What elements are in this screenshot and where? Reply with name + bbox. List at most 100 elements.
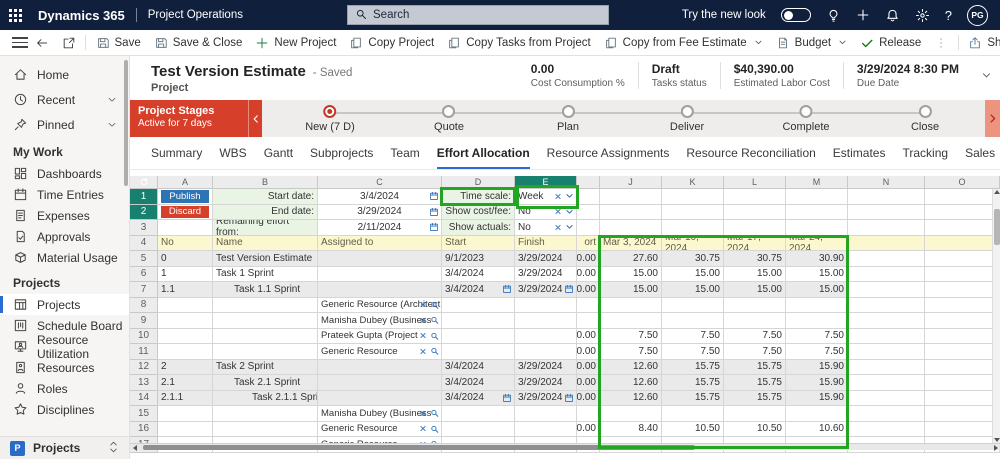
tab-wbs[interactable]: WBS <box>219 137 246 169</box>
col-label-name[interactable]: Name <box>213 235 318 251</box>
cell-name[interactable] <box>213 344 318 360</box>
calendar-icon[interactable] <box>502 284 512 294</box>
col-label-week[interactable]: Mar 10, 2024 <box>662 235 724 251</box>
col-label-effort-clipped[interactable]: ort <box>577 235 600 251</box>
cell-no[interactable] <box>158 344 213 360</box>
cell-week-effort[interactable]: 15.75 <box>724 375 786 391</box>
col-label-week[interactable]: Mar 17, 2024 <box>724 235 786 251</box>
cell-effort-clipped[interactable]: 60.00 <box>577 266 600 282</box>
cell-no[interactable]: 2 <box>158 359 213 375</box>
dropdown-chevron-icon[interactable] <box>565 207 574 216</box>
publish-button[interactable]: Publish <box>161 190 209 203</box>
cell-week-effort[interactable]: 12.60 <box>600 359 662 375</box>
cell-week-effort[interactable]: 8.40 <box>600 421 662 437</box>
cell-week-effort[interactable]: 10.50 <box>662 421 724 437</box>
row-header-3[interactable]: 3 <box>130 220 158 236</box>
cell-week-effort[interactable] <box>724 406 786 422</box>
option-value-cell[interactable]: Week <box>515 189 577 205</box>
sidebar-item-resources[interactable]: Resources <box>0 357 129 378</box>
grid-cell[interactable] <box>925 189 1000 205</box>
stage-complete[interactable]: Complete <box>782 105 830 133</box>
cell-assigned-to[interactable]: Generic Resource <box>318 421 442 437</box>
grid-cell[interactable] <box>848 406 925 422</box>
lookup-search-icon[interactable] <box>430 316 439 325</box>
grid-cell[interactable] <box>848 235 925 251</box>
row-header-16[interactable]: 16 <box>130 421 158 437</box>
cell-week-effort[interactable]: 10.60 <box>786 421 848 437</box>
dropdown-chevron-icon[interactable] <box>565 223 574 232</box>
row-header-2[interactable]: 2 <box>130 204 158 220</box>
grid-cell[interactable] <box>600 204 662 220</box>
stage-next-chevron-icon[interactable] <box>985 100 1000 137</box>
cell-no[interactable] <box>158 421 213 437</box>
publish-cell[interactable]: Publish <box>158 189 213 205</box>
dropdown-chevron-icon[interactable] <box>565 192 574 201</box>
cell-finish[interactable]: 3/29/2024 <box>515 390 577 406</box>
stage-close[interactable]: Close <box>911 105 939 133</box>
grid-cell[interactable] <box>848 421 925 437</box>
col-label-finish[interactable]: Finish <box>515 235 577 251</box>
grid-cell[interactable] <box>786 204 848 220</box>
clear-x-icon[interactable] <box>419 301 427 309</box>
grid-cell[interactable] <box>925 282 1000 298</box>
cell-week-effort[interactable]: 7.50 <box>600 344 662 360</box>
calendar-icon[interactable] <box>429 191 439 201</box>
cell-week-effort[interactable] <box>600 406 662 422</box>
cell-start[interactable]: 9/1/2023 <box>442 251 515 267</box>
cell-start[interactable] <box>442 328 515 344</box>
cell-name[interactable]: Test Version Estimate <box>213 251 318 267</box>
grid-cell[interactable] <box>925 235 1000 251</box>
lightbulb-icon[interactable] <box>826 8 841 23</box>
cell-finish[interactable]: 3/29/2024 <box>515 282 577 298</box>
lookup-search-icon[interactable] <box>430 331 439 340</box>
copy-fee-estimate-button[interactable]: Copy from Fee Estimate <box>597 30 769 55</box>
cell-finish[interactable] <box>515 344 577 360</box>
area-switcher[interactable]: P Projects <box>0 436 129 459</box>
tab-summary[interactable]: Summary <box>151 137 202 169</box>
cell-finish[interactable] <box>515 406 577 422</box>
cell-assigned-to[interactable]: Generic Resource <box>318 344 442 360</box>
grid-cell[interactable] <box>925 266 1000 282</box>
vertical-scrollbar[interactable] <box>992 189 1000 443</box>
option-label-cell[interactable]: Show cost/fee: <box>442 204 515 220</box>
cell-week-effort[interactable]: 30.90 <box>786 251 848 267</box>
cell-assigned-to[interactable] <box>318 282 442 298</box>
clear-x-icon[interactable] <box>554 223 562 231</box>
cell-week-effort[interactable] <box>724 297 786 313</box>
column-header-M[interactable]: M <box>786 176 848 189</box>
cell-start[interactable] <box>442 313 515 329</box>
grid-cell[interactable] <box>925 204 1000 220</box>
column-header-L[interactable]: L <box>724 176 786 189</box>
cell-finish[interactable] <box>515 297 577 313</box>
gear-icon[interactable] <box>915 8 930 23</box>
cell-start[interactable]: 3/4/2024 <box>442 266 515 282</box>
cell-effort-clipped[interactable]: 60.00 <box>577 390 600 406</box>
grid-cell[interactable] <box>925 297 1000 313</box>
cell-week-effort[interactable] <box>662 313 724 329</box>
cell-finish[interactable] <box>515 313 577 329</box>
cell-finish[interactable]: 3/29/2024 <box>515 359 577 375</box>
cell-effort-clipped[interactable]: 60.00 <box>577 359 600 375</box>
back-button[interactable] <box>28 30 55 55</box>
cell-week-effort[interactable]: 30.75 <box>662 251 724 267</box>
lookup-search-icon[interactable] <box>430 300 439 309</box>
grid-cell[interactable] <box>848 313 925 329</box>
grid-cell[interactable] <box>848 375 925 391</box>
sidebar-item-pinned[interactable]: Pinned <box>0 112 129 137</box>
cell-effort-clipped[interactable]: 60.00 <box>577 282 600 298</box>
header-expand-chevron-icon[interactable] <box>981 68 992 86</box>
cell-no[interactable] <box>158 406 213 422</box>
cell-week-effort[interactable] <box>724 313 786 329</box>
cell-week-effort[interactable] <box>662 406 724 422</box>
calendar-icon[interactable] <box>429 222 439 232</box>
grid-cell[interactable] <box>724 220 786 236</box>
cell-week-effort[interactable]: 15.75 <box>724 390 786 406</box>
cell-week-effort[interactable]: 12.60 <box>600 390 662 406</box>
cell-week-effort[interactable]: 7.50 <box>786 328 848 344</box>
sidebar-item-approvals[interactable]: Approvals <box>0 226 129 247</box>
grid-cell[interactable] <box>848 359 925 375</box>
cell-name[interactable] <box>213 328 318 344</box>
cell-finish[interactable] <box>515 421 577 437</box>
row-header-10[interactable]: 10 <box>130 328 158 344</box>
cell-week-effort[interactable]: 27.60 <box>600 251 662 267</box>
